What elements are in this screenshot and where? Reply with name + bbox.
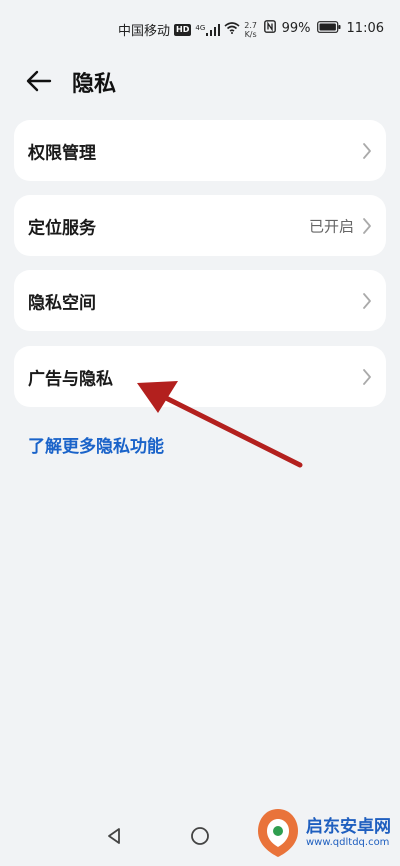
watermark-name: 启东安卓网 — [306, 817, 391, 838]
arrow-left-icon — [26, 70, 52, 92]
signal-type: 4G — [195, 23, 206, 32]
status-bar: 中国移动 HD 4G 2.7 K/s 99% 11:06 — [0, 0, 400, 58]
page-title: 隐私 — [72, 72, 117, 97]
carrier-name: 中国移动 — [118, 24, 171, 39]
watermark-texts: 启东安卓网 www.qdltdq.com — [306, 818, 391, 848]
watermark-url: www.qdltdq.com — [306, 836, 390, 848]
wifi-icon — [224, 21, 240, 38]
signal-icon: 4G — [195, 23, 221, 36]
battery-icon — [316, 20, 341, 37]
page-header: 隐私 — [0, 58, 400, 104]
nav-back-button[interactable] — [96, 818, 132, 854]
site-logo-icon — [258, 809, 298, 857]
chevron-right-icon — [363, 217, 371, 234]
menu-item-privacy-space[interactable]: 隐私空间 — [14, 270, 386, 331]
chevron-right-icon — [363, 142, 371, 159]
chevron-right-icon — [363, 368, 371, 385]
status-right: 99% 11:06 — [263, 20, 384, 37]
back-button[interactable] — [22, 64, 56, 98]
menu-item-label: 隐私空间 — [28, 293, 96, 313]
menu-item-label: 广告与隐私 — [28, 369, 113, 389]
chevron-right-icon — [363, 292, 371, 309]
nav-home-button[interactable] — [182, 818, 218, 854]
menu-item-ads-and-privacy[interactable]: 广告与隐私 — [14, 346, 386, 407]
learn-more-privacy-link[interactable]: 了解更多隐私功能 — [28, 432, 164, 457]
net-speed: 2.7 K/s — [244, 21, 257, 39]
triangle-back-icon — [108, 828, 120, 844]
menu-item-status: 已开启 — [308, 217, 354, 235]
net-speed-value: 2.7 — [244, 20, 257, 30]
menu-item-location-service[interactable]: 定位服务 已开启 — [14, 195, 386, 256]
circle-home-icon — [191, 827, 209, 845]
site-watermark: 启东安卓网 www.qdltdq.com — [256, 802, 396, 864]
battery-percent: 99% — [281, 21, 311, 36]
net-speed-unit: K/s — [244, 29, 257, 39]
hd-badge: HD — [174, 23, 192, 36]
menu-item-permission-management[interactable]: 权限管理 — [14, 120, 386, 181]
menu-item-label: 定位服务 — [28, 218, 96, 238]
clock: 11:06 — [346, 21, 384, 36]
menu-item-label: 权限管理 — [28, 143, 96, 163]
status-left: 中国移动 HD 4G 2.7 K/s — [118, 20, 257, 40]
nfc-icon — [263, 20, 276, 37]
